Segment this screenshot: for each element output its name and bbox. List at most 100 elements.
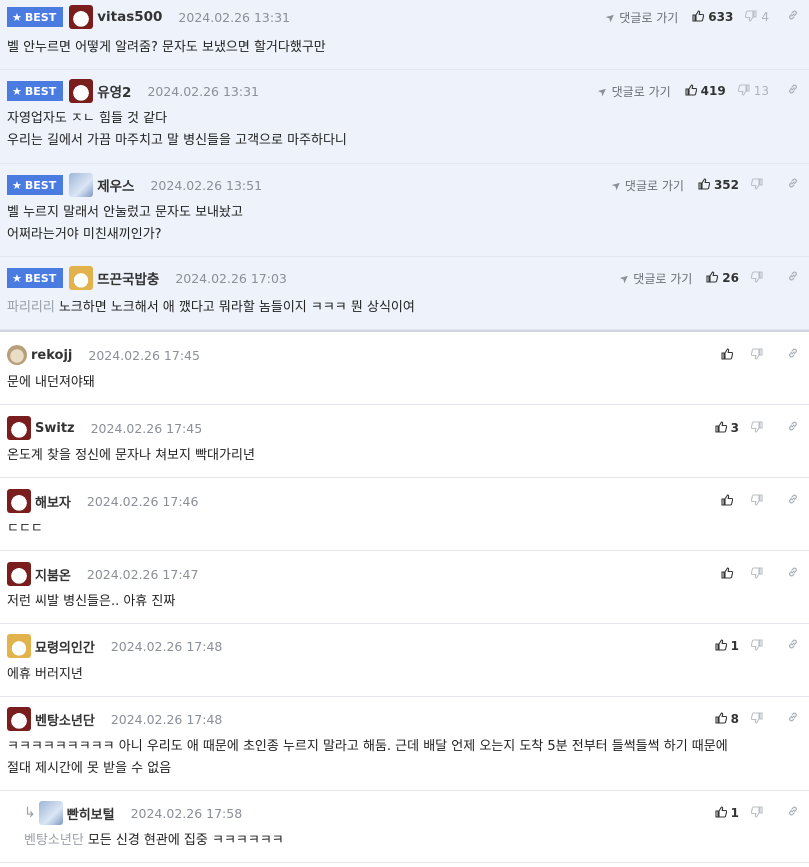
downvote-button[interactable]: 4 xyxy=(745,9,769,25)
downvote-button[interactable] xyxy=(750,420,769,436)
comment-line: 벤탕소년단 모든 신경 현관에 집중 ㅋㅋㅋㅋㅋㅋ xyxy=(24,830,284,852)
link-icon xyxy=(787,494,799,508)
comment-text: 노크하면 노크해서 애 깼다고 뭐라할 놈들이지 ㅋㅋㅋ 뭔 상식이여 xyxy=(58,300,415,315)
star-icon: ★ xyxy=(12,178,22,192)
comment-item: ★ BEST 제우스 2024.02.26 13:51 ➤ 댓글로 가기 352 벨 누르지 … xyxy=(0,164,809,257)
downvote-button[interactable]: 13 xyxy=(737,83,769,99)
comment-body: 저런 씨발 병신들은.. 아휴 진짜 xyxy=(7,591,175,613)
copy-link-button[interactable] xyxy=(787,177,799,193)
comment-timestamp: 2024.02.26 13:51 xyxy=(150,177,263,193)
goto-comment-link[interactable]: ➤ 댓글로 가기 xyxy=(609,177,684,194)
upvote-button[interactable] xyxy=(721,566,739,582)
copy-link-button[interactable] xyxy=(787,347,799,363)
upvote-button[interactable]: 633 xyxy=(692,9,733,25)
author-nickname[interactable]: 벤탕소년단 xyxy=(35,710,95,729)
avatar[interactable] xyxy=(7,634,31,658)
comment-actions xyxy=(721,342,799,368)
comment-line: 벨 안누르면 어떻게 알려줌? 문자도 보냈으면 할거다했구만 xyxy=(7,37,326,59)
author-nickname[interactable]: vitas500 xyxy=(97,9,162,25)
downvote-button[interactable] xyxy=(750,638,769,654)
comment-header: ★ BEST vitas500 2024.02.26 13:31 xyxy=(7,4,290,30)
avatar[interactable] xyxy=(7,562,31,586)
link-icon xyxy=(787,712,799,726)
upvote-button[interactable] xyxy=(721,493,739,509)
comment-text: 저런 씨발 병신들은.. 아휴 진짜 xyxy=(7,594,176,609)
goto-comment-label: 댓글로 가기 xyxy=(633,271,693,286)
thumbs-up-icon xyxy=(721,566,734,582)
author-nickname[interactable]: 묘령의인간 xyxy=(35,637,95,656)
comment-header: ★ BEST 뜨끈국밥충 2024.02.26 17:03 xyxy=(7,265,287,291)
upvote-button[interactable]: 3 xyxy=(715,420,739,436)
upvote-button[interactable]: 419 xyxy=(685,83,726,99)
upvote-button[interactable]: 1 xyxy=(715,638,739,654)
avatar[interactable] xyxy=(38,801,63,825)
comment-text: 온도계 찾을 정신에 문자나 쳐보지 빡대가리년 xyxy=(7,448,255,463)
link-icon xyxy=(787,348,799,362)
author-nickname[interactable]: rekojj xyxy=(31,348,72,363)
copy-link-button[interactable] xyxy=(787,805,799,821)
downvote-button[interactable] xyxy=(750,493,769,509)
upvote-button[interactable]: 1 xyxy=(715,805,739,821)
author-nickname[interactable]: 해보자 xyxy=(35,492,71,511)
downvote-button[interactable] xyxy=(750,270,769,286)
comment-line: ㄷㄷㄷ xyxy=(7,518,43,540)
comment-item: ★ BEST 유영2 2024.02.26 13:31 ➤ 댓글로 가기 419 13 자영업자… xyxy=(0,70,809,164)
upvote-button[interactable]: 8 xyxy=(715,711,739,727)
downvote-button[interactable] xyxy=(750,177,769,193)
link-icon xyxy=(787,271,799,285)
mentioned-user[interactable]: 벤탕소년단 xyxy=(24,833,84,848)
author-nickname[interactable]: Switz xyxy=(35,421,75,436)
copy-link-button[interactable] xyxy=(787,711,799,727)
avatar[interactable] xyxy=(7,345,27,365)
star-icon: ★ xyxy=(12,84,22,98)
goto-comment-link[interactable]: ➤ 댓글로 가기 xyxy=(603,9,678,26)
comment-item: ★ BEST 뜨끈국밥충 2024.02.26 17:03 ➤ 댓글로 가기 26 파리리리 노… xyxy=(0,257,809,330)
avatar[interactable] xyxy=(69,79,94,103)
downvote-button[interactable] xyxy=(750,566,769,582)
downvote-button[interactable] xyxy=(750,805,769,821)
author-nickname[interactable]: 유영2 xyxy=(97,81,131,101)
avatar[interactable] xyxy=(7,489,31,513)
comment-item: ↳ 빤히보털 2024.02.26 17:58 1 벤탕소년단 모든 신경 현관에 집중 … xyxy=(0,791,809,863)
avatar[interactable] xyxy=(69,173,94,197)
avatar[interactable] xyxy=(69,5,94,29)
upvote-button[interactable]: 26 xyxy=(706,270,739,286)
upvote-count: 1 xyxy=(730,806,739,820)
thumbs-up-icon xyxy=(715,711,727,727)
upvote-button[interactable]: 352 xyxy=(698,177,739,193)
copy-link-button[interactable] xyxy=(787,638,799,654)
author-nickname[interactable]: 뜨끈국밥충 xyxy=(97,268,159,288)
copy-link-button[interactable] xyxy=(787,420,799,436)
link-icon xyxy=(787,639,799,653)
mentioned-user[interactable]: 파리리리 xyxy=(7,300,55,315)
comment-body: 파리리리 노크하면 노크해서 애 깼다고 뭐라할 놈들이지 ㅋㅋㅋ 뭔 상식이여 xyxy=(7,297,415,319)
goto-comment-link[interactable]: ➤ 댓글로 가기 xyxy=(617,270,693,287)
copy-link-button[interactable] xyxy=(787,493,799,509)
comment-header: Switz 2024.02.26 17:45 xyxy=(7,415,202,441)
copy-link-button[interactable] xyxy=(787,566,799,582)
copy-link-button[interactable] xyxy=(787,83,799,99)
comment-line: 에휴 버러지년 xyxy=(7,664,83,686)
upvote-button[interactable] xyxy=(721,347,739,363)
author-nickname[interactable]: 빤히보털 xyxy=(67,804,115,823)
link-icon xyxy=(787,421,799,435)
downvote-button[interactable] xyxy=(750,711,769,727)
downvote-button[interactable] xyxy=(750,347,769,363)
copy-link-button[interactable] xyxy=(787,9,799,25)
author-nickname[interactable]: 지붐온 xyxy=(35,565,71,584)
comment-body: 자영업자도 ㅈㄴ 힘들 것 같다 우리는 길에서 가끔 마주치고 말 병신들을 고… xyxy=(7,108,347,152)
comment-item: 묘령의인간 2024.02.26 17:48 1 에휴 버러지년 xyxy=(0,624,809,697)
goto-comment-link[interactable]: ➤ 댓글로 가기 xyxy=(595,83,670,100)
comment-line: 파리리리 노크하면 노크해서 애 깼다고 뭐라할 놈들이지 ㅋㅋㅋ 뭔 상식이여 xyxy=(7,297,415,319)
copy-link-button[interactable] xyxy=(787,270,799,286)
avatar[interactable] xyxy=(7,707,31,731)
author-nickname[interactable]: 제우스 xyxy=(97,175,134,195)
best-badge-label: BEST xyxy=(24,10,57,24)
comment-line: 저런 씨발 병신들은.. 아휴 진짜 xyxy=(7,591,175,613)
avatar[interactable] xyxy=(69,266,94,290)
thumbs-down-icon xyxy=(750,270,763,286)
avatar[interactable] xyxy=(7,416,31,440)
comment-timestamp: 2024.02.26 17:45 xyxy=(90,420,203,436)
send-arrow-icon: ➤ xyxy=(595,83,611,99)
comment-actions xyxy=(721,561,799,587)
